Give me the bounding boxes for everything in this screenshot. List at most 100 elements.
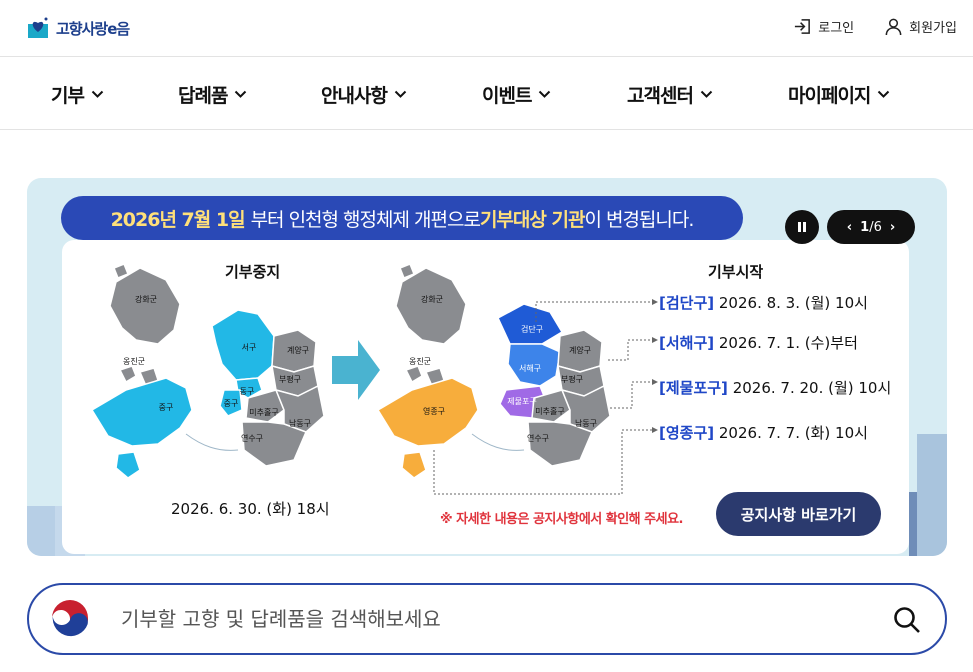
signup-label: 회원가입 bbox=[909, 21, 957, 36]
right-label-ganghwa: 강화군 bbox=[421, 294, 443, 304]
login-link[interactable]: 로그인 bbox=[793, 17, 854, 36]
map-region-yeonsu bbox=[241, 421, 308, 467]
search-input[interactable] bbox=[121, 597, 861, 641]
schedule-district: [영종구] bbox=[659, 424, 715, 442]
pause-icon bbox=[798, 222, 806, 232]
chevron-down-icon bbox=[878, 90, 890, 98]
map-region-ongjin bbox=[118, 365, 137, 384]
top-bar: 고향사랑e음 로그인 회원가입 bbox=[0, 0, 973, 57]
prev-slide-button[interactable]: ‹ bbox=[847, 220, 852, 235]
nav-item-support[interactable]: 고객센터 bbox=[627, 81, 713, 108]
nav-item-gifts[interactable]: 답례품 bbox=[178, 81, 247, 108]
pager-total: /6 bbox=[869, 219, 882, 235]
left-label-ganghwa: 강화군 bbox=[135, 294, 157, 304]
schedule-district: [서해구] bbox=[659, 334, 715, 352]
suspension-date: 2026. 6. 30. (화) 18시 bbox=[171, 500, 330, 518]
pause-button[interactable] bbox=[785, 210, 819, 244]
headline-end: 이 변경됩니다. bbox=[584, 208, 694, 231]
leader-line-seohae bbox=[608, 339, 652, 361]
schedule-date: 2026. 7. 20. (월) 10시 bbox=[727, 379, 892, 397]
notice-text: ※ 자세한 내용은 공지사항에서 확인해 주세요. bbox=[440, 512, 684, 527]
nav-item-mypage[interactable]: 마이페이지 bbox=[788, 81, 890, 108]
nav-item-donation[interactable]: 기부 bbox=[51, 81, 104, 108]
signup-link[interactable]: 회원가입 bbox=[884, 17, 957, 36]
schedule-row: [검단구] 2026. 8. 3. (월) 10시 bbox=[659, 292, 868, 313]
map-region-island bbox=[401, 451, 427, 479]
schedule-district: [검단구] bbox=[659, 294, 715, 312]
nav-item-label: 이벤트 bbox=[482, 85, 532, 107]
left-label-namdong: 남동구 bbox=[289, 419, 311, 428]
nav-item-events[interactable]: 이벤트 bbox=[482, 81, 551, 108]
login-label: 로그인 bbox=[818, 21, 855, 36]
left-label-jung-small: 중구 bbox=[224, 399, 239, 408]
schedule-row: [서해구] 2026. 7. 1. (수)부터 bbox=[659, 332, 858, 353]
map-region-yeonsu bbox=[527, 421, 594, 467]
main-nav: 기부 답례품 안내사항 이벤트 고객센터 마이페이지 bbox=[0, 57, 973, 130]
logo-text: 고향사랑e음 bbox=[56, 19, 130, 38]
transition-arrow bbox=[332, 340, 380, 400]
right-map-connector bbox=[471, 433, 525, 451]
site-logo[interactable]: 고향사랑e음 bbox=[26, 16, 130, 40]
nav-item-label: 고객센터 bbox=[627, 85, 694, 107]
left-label-seo: 서구 bbox=[242, 343, 257, 352]
right-label-namdong: 남동구 bbox=[575, 419, 597, 428]
notice-button[interactable]: 공지사항 바로가기 bbox=[716, 492, 881, 536]
right-label-geomdan: 검단구 bbox=[521, 324, 543, 334]
right-label-bupyeong: 부평구 bbox=[561, 374, 583, 384]
taegeuk-emblem-icon bbox=[50, 600, 90, 640]
schedule-row: [영종구] 2026. 7. 7. (화) 10시 bbox=[659, 422, 868, 443]
chevron-down-icon bbox=[394, 90, 407, 98]
building-decoration bbox=[909, 492, 917, 556]
headline-date: 2026년 7월 1일 bbox=[110, 208, 246, 231]
banner-headline: 2026년 7월 1일 부터 인천형 행정체제 개편으로 기부대상 기관 이 변… bbox=[61, 196, 743, 240]
nav-item-label: 마이페이지 bbox=[788, 85, 871, 107]
login-icon bbox=[795, 19, 811, 34]
nav-item-label: 안내사항 bbox=[321, 85, 388, 107]
left-label-yeonsu: 연수구 bbox=[241, 434, 263, 443]
logo-heart-icon bbox=[28, 17, 48, 38]
right-label-ongjin: 옹진군 bbox=[409, 356, 431, 366]
map-region-ganghwa bbox=[109, 267, 181, 345]
right-label-yeongjong: 영종구 bbox=[423, 406, 445, 416]
schedule-date: 2026. 7. 1. (수)부터 bbox=[714, 334, 858, 352]
building-decoration bbox=[27, 506, 55, 556]
chevron-down-icon bbox=[539, 90, 551, 98]
nav-item-guide[interactable]: 안내사항 bbox=[321, 81, 407, 108]
schedule-district: [제물포구] bbox=[659, 379, 728, 397]
map-region-ongjin bbox=[404, 365, 423, 384]
left-map-connector bbox=[185, 433, 239, 451]
left-label-dong: 동구 bbox=[240, 387, 255, 396]
slide-pager: ‹ 1/6 › bbox=[827, 210, 915, 244]
left-label-bupyeong: 부평구 bbox=[279, 374, 301, 384]
nav-item-label: 답례품 bbox=[178, 85, 228, 107]
left-label-michuhol: 미추홀구 bbox=[249, 407, 278, 417]
left-label-gyeyang: 계양구 bbox=[287, 345, 309, 355]
right-label-jemulpo: 제물포구 bbox=[507, 397, 536, 406]
building-decoration bbox=[917, 434, 947, 556]
schedule-date: 2026. 8. 3. (월) 10시 bbox=[714, 294, 868, 312]
right-label-yeonsu: 연수구 bbox=[527, 434, 549, 443]
user-icon bbox=[885, 18, 902, 36]
map-region-ganghwa bbox=[395, 267, 467, 345]
map-region-jung bbox=[90, 377, 193, 447]
search-icon[interactable] bbox=[891, 604, 923, 636]
headline-bold: 기부대상 기관 bbox=[479, 208, 585, 231]
left-label-jung: 중구 bbox=[159, 403, 174, 412]
right-label-seohae: 서해구 bbox=[519, 363, 541, 373]
right-label-michuhol: 미추홀구 bbox=[535, 406, 564, 416]
map-region-geomdan bbox=[497, 303, 564, 345]
hero-banner[interactable]: 기부중지 기부시작 강화군 옹진군 서구 계양구 동구 부평구 중구 미추홀구 … bbox=[27, 178, 947, 556]
right-label-gyeyang: 계양구 bbox=[569, 345, 591, 355]
next-slide-button[interactable]: › bbox=[890, 220, 895, 235]
leader-line-jemulpo bbox=[610, 381, 652, 409]
chevron-down-icon bbox=[700, 90, 713, 98]
left-label-ongjin: 옹진군 bbox=[123, 356, 145, 366]
schedule-date: 2026. 7. 7. (화) 10시 bbox=[714, 424, 868, 442]
map-region-island bbox=[115, 451, 141, 479]
chevron-down-icon bbox=[91, 90, 104, 98]
banner-card: 기부중지 기부시작 강화군 옹진군 서구 계양구 동구 부평구 중구 미추홀구 … bbox=[62, 240, 909, 554]
nav-item-label: 기부 bbox=[51, 85, 85, 107]
schedule-row: [제물포구] 2026. 7. 20. (월) 10시 bbox=[659, 377, 891, 398]
chevron-down-icon bbox=[235, 90, 247, 98]
pager-current: 1 bbox=[860, 219, 870, 235]
